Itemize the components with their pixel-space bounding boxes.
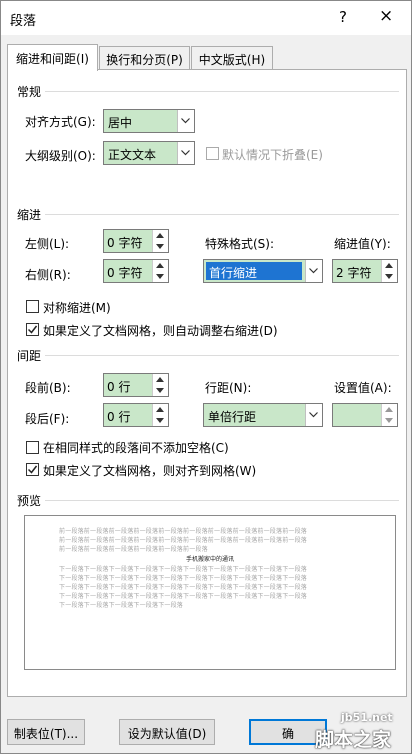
special-indent-select[interactable]: 首行缩进: [203, 259, 323, 283]
auto-adjust-indent-label: 如果定义了文档网格，则自动调整右缩进(D): [43, 324, 278, 338]
no-space-same-style-label: 在相同样式的段落间不添加空格(C): [43, 441, 229, 455]
indent-left-label: 左侧(L):: [25, 237, 70, 251]
indent-right-value: 0 字符: [107, 266, 143, 280]
preview-prev-line: 前一段落前一段落前一段落前一段落前一段落前一段落: [59, 546, 208, 553]
special-indent-label: 特殊格式(S):: [205, 237, 275, 251]
chevron-down-icon[interactable]: [177, 142, 194, 164]
mirror-indents-checkbox[interactable]: [26, 300, 39, 313]
spacing-before-value: 0 行: [107, 380, 131, 394]
section-spacing: 间距: [17, 349, 42, 363]
spin-down-icon[interactable]: [152, 241, 168, 252]
outline-level-select[interactable]: 正文文本: [103, 141, 195, 165]
no-space-same-style-checkbox[interactable]: [26, 441, 39, 454]
indent-right-label: 右侧(R):: [25, 268, 71, 282]
indent-left-spinner[interactable]: 0 字符: [103, 229, 169, 253]
auto-adjust-indent-checkbox[interactable]: [26, 323, 39, 336]
help-button[interactable]: ?: [339, 8, 347, 26]
spin-down-icon[interactable]: [152, 271, 168, 282]
spacing-before-spinner[interactable]: 0 行: [103, 373, 169, 397]
paragraph-dialog: 段落 ? × 缩进和间距(I) 换行和分页(P) 中文版式(H) 常规 对齐方式…: [0, 0, 412, 754]
divider: [45, 355, 399, 356]
preview-next-line: 下一段落下一段落下一段落下一段落下一段落: [59, 602, 184, 609]
tab-indents-spacing[interactable]: 缩进和间距(I): [7, 44, 98, 71]
collapse-label: 默认情况下折叠(E): [222, 148, 323, 162]
indent-by-value: 2 字符: [336, 266, 372, 280]
title-bar: 段落 ? ×: [1, 1, 411, 35]
spacing-before-label: 段前(B):: [25, 381, 71, 395]
line-spacing-label: 行距(N):: [205, 381, 252, 395]
preview-prev-line: 前一段落前一段落前一段落前一段落前一段落前一段落前一段落前一段落前一段落前一段落: [59, 528, 308, 535]
dialog-title: 段落: [10, 14, 37, 29]
outline-level-value: 正文文本: [108, 148, 157, 162]
divider: [45, 214, 399, 215]
collapse-checkbox[interactable]: [206, 147, 219, 160]
spacing-at-spinner[interactable]: [332, 403, 398, 427]
spacing-at-label: 设置值(A):: [334, 381, 392, 395]
spacing-after-spinner[interactable]: 0 行: [103, 403, 169, 427]
outline-level-label: 大纲级别(O):: [25, 149, 96, 163]
alignment-select[interactable]: 居中: [103, 109, 195, 133]
special-indent-value: 首行缩进: [206, 262, 302, 280]
preview-pane: 前一段落前一段落前一段落前一段落前一段落前一段落前一段落前一段落前一段落前一段落…: [24, 515, 396, 670]
preview-prev-line: 前一段落前一段落前一段落前一段落前一段落前一段落前一段落前一段落前一段落前一段落: [59, 537, 308, 544]
spin-down-icon[interactable]: [381, 271, 397, 282]
snap-to-grid-checkbox[interactable]: [26, 463, 39, 476]
preview-next-line: 下一段落下一段落下一段落下一段落下一段落下一段落下一段落下一段落下一段落下一段落: [59, 584, 308, 591]
watermark: jb51.net 脚本之家: [301, 709, 411, 753]
section-preview: 预览: [17, 494, 42, 508]
line-spacing-value: 单倍行距: [208, 410, 257, 424]
spin-down-icon[interactable]: [152, 385, 168, 396]
indent-right-spinner[interactable]: 0 字符: [103, 259, 169, 283]
checkmark-icon: [28, 465, 37, 474]
preview-next-line: 下一段落下一段落下一段落下一段落下一段落下一段落下一段落下一段落下一段落下一段落: [59, 575, 308, 582]
spin-down-icon[interactable]: [381, 415, 397, 426]
spin-down-icon[interactable]: [152, 415, 168, 426]
tab-line-page-breaks[interactable]: 换行和分页(P): [99, 46, 190, 69]
indent-by-spinner[interactable]: 2 字符: [332, 259, 398, 283]
preview-next-line: 下一段落下一段落下一段落下一段落下一段落下一段落下一段落下一段落下一段落下一段落: [59, 593, 308, 600]
preview-current-line: 手机搬家中的通讯: [185, 556, 234, 563]
set-default-button[interactable]: 设为默认值(D): [119, 719, 215, 745]
spacing-after-value: 0 行: [107, 410, 131, 424]
alignment-label: 对齐方式(G):: [25, 115, 96, 129]
divider: [45, 500, 399, 501]
indent-left-value: 0 字符: [107, 236, 143, 250]
tab-asian-typography[interactable]: 中文版式(H): [191, 46, 273, 69]
divider: [45, 91, 399, 92]
close-button[interactable]: ×: [379, 6, 393, 26]
snap-to-grid-label: 如果定义了文档网格，则对齐到网格(W): [43, 464, 257, 478]
line-spacing-select[interactable]: 单倍行距: [203, 403, 323, 427]
mirror-indents-label: 对称缩进(M): [43, 301, 111, 315]
indent-by-label: 缩进值(Y):: [334, 237, 391, 251]
checkmark-icon: [28, 325, 37, 334]
spacing-after-label: 段后(F):: [25, 412, 70, 426]
chevron-down-icon[interactable]: [305, 404, 322, 426]
chevron-down-icon[interactable]: [305, 260, 322, 282]
preview-next-line: 下一段落下一段落下一段落下一段落下一段落下一段落下一段落下一段落下一段落下一段落: [59, 566, 308, 573]
section-indentation: 缩进: [17, 208, 42, 222]
watermark-brand: 脚本之家: [315, 729, 392, 751]
chevron-down-icon[interactable]: [177, 110, 194, 132]
watermark-site: jb51.net: [341, 711, 393, 724]
section-general: 常规: [17, 85, 42, 99]
alignment-value: 居中: [108, 116, 133, 130]
tabs-button[interactable]: 制表位(T)...: [7, 719, 85, 745]
